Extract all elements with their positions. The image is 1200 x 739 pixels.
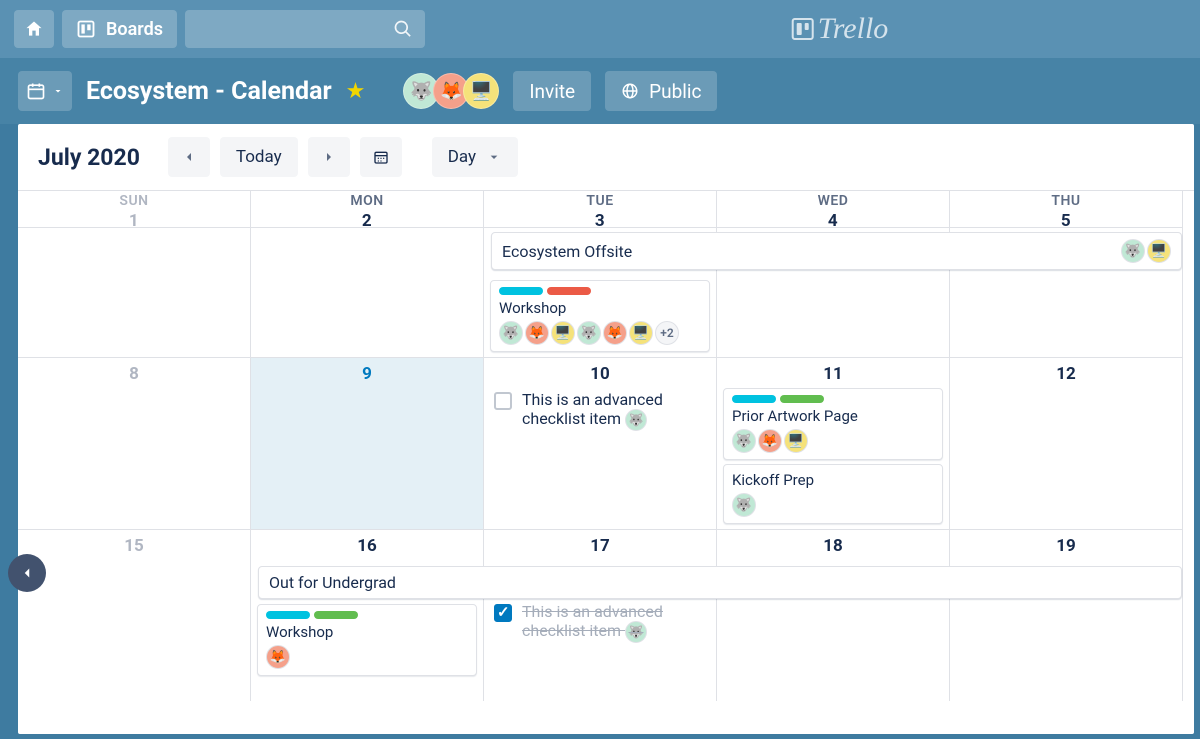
search-icon bbox=[393, 19, 413, 39]
member-avatar: 🦊 bbox=[525, 321, 549, 345]
day-header: SUN1 bbox=[18, 191, 251, 227]
member-avatar: 🖥️ bbox=[629, 321, 653, 345]
member-avatar: 🖥️ bbox=[551, 321, 575, 345]
view-switcher[interactable] bbox=[18, 71, 72, 111]
member-avatar: 🦊 bbox=[266, 645, 290, 669]
event-card[interactable]: Prior Artwork Page 🐺 🦊 🖥️ bbox=[723, 388, 943, 460]
card-title: Prior Artwork Page bbox=[732, 407, 934, 425]
day-cell[interactable] bbox=[18, 227, 251, 357]
avatar[interactable]: 🖥️ bbox=[463, 73, 499, 109]
day-header: THU5 bbox=[950, 191, 1183, 227]
member-avatar: 🐺 bbox=[499, 321, 523, 345]
calendar-icon bbox=[26, 81, 46, 101]
star-button[interactable]: ★ bbox=[346, 79, 366, 104]
day-cell[interactable]: 18 bbox=[717, 529, 950, 701]
member-avatar: 🐺 bbox=[577, 321, 601, 345]
home-button[interactable] bbox=[14, 10, 54, 48]
day-cell[interactable]: 17 This is an advanced checklist item 🐺 bbox=[484, 529, 717, 701]
top-navigation: Boards Trello bbox=[0, 0, 1200, 58]
event-card[interactable]: Workshop 🦊 bbox=[257, 604, 477, 676]
day-header: WED4 bbox=[717, 191, 950, 227]
more-members[interactable]: +2 bbox=[655, 321, 679, 345]
chevron-left-icon bbox=[181, 149, 197, 165]
board-header: Ecosystem - Calendar ★ 🐺 🦊 🖥️ Invite Pub… bbox=[0, 58, 1200, 124]
card-title: Kickoff Prep bbox=[732, 471, 934, 489]
multi-day-event[interactable]: Out for Undergrad bbox=[258, 566, 1182, 599]
today-button[interactable]: Today bbox=[220, 137, 298, 177]
chevron-down-icon bbox=[52, 85, 64, 97]
chevron-right-icon bbox=[321, 149, 337, 165]
day-cell[interactable]: 16 Workshop 🦊 bbox=[251, 529, 484, 701]
calendar-icon bbox=[373, 149, 389, 165]
member-avatar: 🦊 bbox=[603, 321, 627, 345]
event-card[interactable]: Kickoff Prep 🐺 bbox=[723, 464, 943, 524]
day-cell[interactable]: 11 Prior Artwork Page 🐺 🦊 🖥️ Kickoff Pre… bbox=[717, 357, 950, 529]
trello-logo: Trello bbox=[792, 12, 889, 46]
day-cell[interactable]: 8 bbox=[18, 357, 251, 529]
member-avatar: 🐺 bbox=[732, 493, 756, 517]
boards-button[interactable]: Boards bbox=[62, 10, 177, 48]
member-avatar: 🐺 bbox=[732, 429, 756, 453]
checklist-item-done[interactable]: This is an advanced checklist item 🐺 bbox=[490, 600, 710, 645]
member-avatar: 🐺 bbox=[1121, 239, 1145, 263]
visibility-button[interactable]: Public bbox=[605, 71, 717, 111]
month-title: July 2020 bbox=[38, 144, 140, 171]
member-avatar: 🦊 bbox=[758, 429, 782, 453]
board-members[interactable]: 🐺 🦊 🖥️ bbox=[409, 73, 499, 109]
event-title: Out for Undergrad bbox=[269, 573, 396, 592]
next-button[interactable] bbox=[308, 137, 350, 177]
chevron-down-icon bbox=[486, 149, 502, 165]
assignee-avatar: 🐺 bbox=[625, 409, 647, 431]
day-cell[interactable]: 10 This is an advanced checklist item 🐺 bbox=[484, 357, 717, 529]
member-avatar: 🖥️ bbox=[784, 429, 808, 453]
chevron-left-icon bbox=[18, 564, 36, 582]
checklist-item[interactable]: This is an advanced checklist item 🐺 bbox=[490, 388, 710, 433]
card-title: Workshop bbox=[499, 299, 701, 317]
view-mode-button[interactable]: Day bbox=[432, 137, 518, 177]
checkbox[interactable] bbox=[494, 392, 512, 410]
day-cell[interactable]: 19 bbox=[950, 529, 1183, 701]
day-cell[interactable]: 12 bbox=[950, 357, 1183, 529]
multi-day-event[interactable]: Ecosystem Offsite 🐺 🖥️ bbox=[491, 232, 1182, 270]
event-card[interactable]: Workshop 🐺 🦊 🖥️ 🐺 🦊 🖥️ +2 bbox=[490, 280, 710, 352]
globe-icon bbox=[621, 82, 639, 100]
card-title: Workshop bbox=[266, 623, 468, 641]
calendar-view: July 2020 Today Day SUN1 MON2 TUE3 WED4 … bbox=[18, 124, 1194, 734]
calendar-picker-button[interactable] bbox=[360, 137, 402, 177]
calendar-toolbar: July 2020 Today Day bbox=[18, 124, 1194, 190]
day-header: TUE3 bbox=[484, 191, 717, 227]
day-header: MON2 bbox=[251, 191, 484, 227]
checkbox-checked[interactable] bbox=[494, 604, 512, 622]
collapse-sidebar-button[interactable] bbox=[8, 554, 46, 592]
day-cell-today[interactable]: 9 bbox=[251, 357, 484, 529]
day-cell[interactable] bbox=[251, 227, 484, 357]
boards-label: Boards bbox=[106, 19, 163, 40]
trello-logo-icon bbox=[792, 18, 814, 40]
member-avatar: 🖥️ bbox=[1147, 239, 1171, 263]
board-title[interactable]: Ecosystem - Calendar bbox=[86, 77, 332, 106]
day-cell[interactable]: 15 bbox=[18, 529, 251, 701]
prev-button[interactable] bbox=[168, 137, 210, 177]
invite-button[interactable]: Invite bbox=[513, 71, 591, 111]
search-input[interactable] bbox=[185, 10, 425, 48]
event-title: Ecosystem Offsite bbox=[502, 242, 632, 261]
assignee-avatar: 🐺 bbox=[625, 621, 647, 643]
